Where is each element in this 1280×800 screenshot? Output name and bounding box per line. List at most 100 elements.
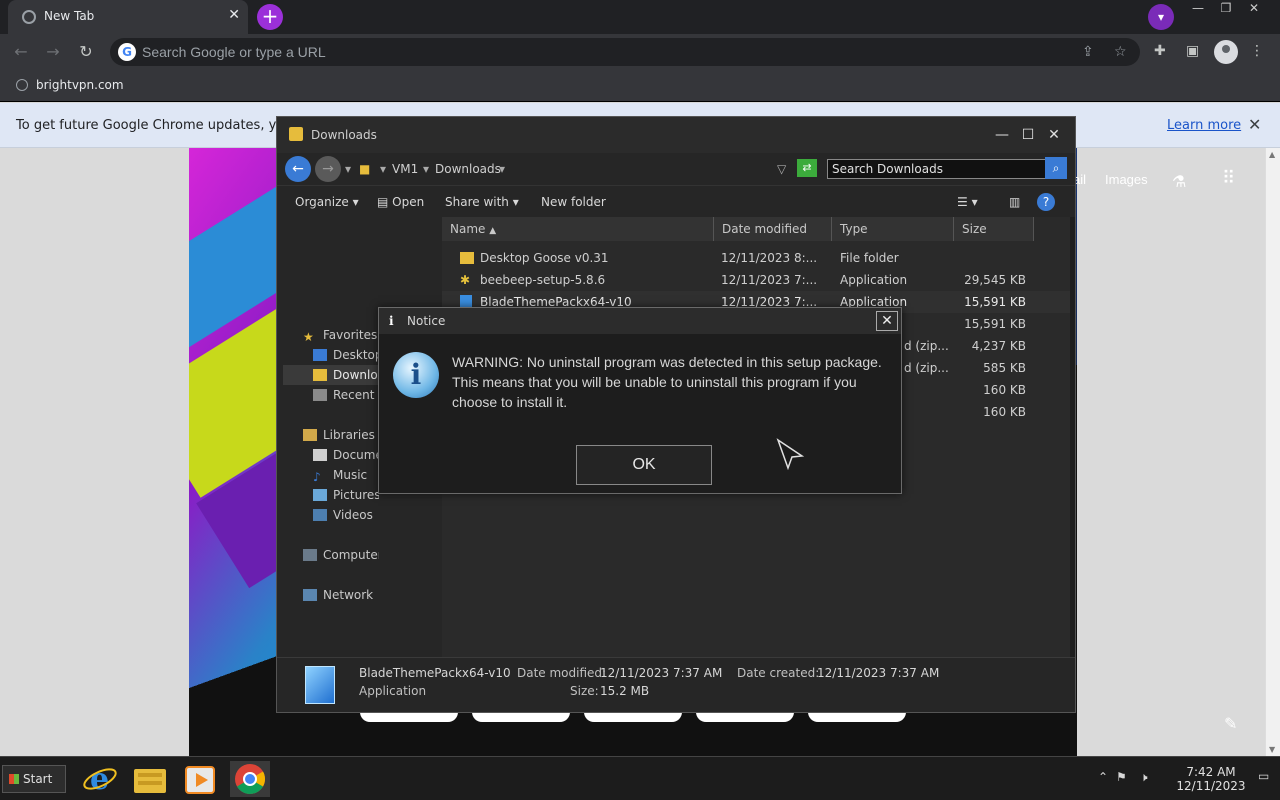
column-type[interactable]: Type	[832, 217, 954, 241]
file-row[interactable]: ✱ beebeep-setup-5.8.6 12/11/2023 7:... A…	[442, 269, 1070, 291]
column-size[interactable]: Size	[954, 217, 1034, 241]
desktop-icon	[313, 349, 327, 361]
refresh-icon[interactable]: ⇄	[797, 159, 817, 177]
help-icon[interactable]: ?	[1037, 193, 1055, 211]
tab-title: New Tab	[44, 9, 95, 23]
start-button[interactable]: Start	[2, 765, 66, 793]
clock-time: 7:42 AM	[1186, 765, 1236, 779]
maximize-icon[interactable]: ☐	[1017, 125, 1039, 145]
side-panel-icon[interactable]: ▣	[1186, 43, 1199, 59]
more-menu-icon[interactable]: ⋮	[1250, 43, 1264, 59]
pictures-icon	[313, 489, 327, 501]
details-date-modified: 12/11/2023 7:37 AM	[600, 666, 723, 680]
nav-desktop[interactable]: Desktop	[313, 348, 383, 362]
apps-grid-icon[interactable]: ⠿	[1222, 168, 1235, 189]
nav-libraries[interactable]: Libraries	[303, 428, 375, 442]
column-name[interactable]: Name ▲	[442, 217, 714, 241]
minimize-icon[interactable]: —	[991, 125, 1013, 145]
breadcrumb-downloads[interactable]: Downloads	[435, 162, 501, 176]
share-with-button[interactable]: Share with ▾	[445, 195, 519, 209]
forward-arrow-icon[interactable]: →	[42, 42, 64, 61]
tab-search-chevron-icon[interactable]: ▾	[1148, 4, 1174, 30]
show-desktop-icon[interactable]: ▭	[1258, 769, 1269, 783]
bee-app-icon: ✱	[460, 273, 471, 287]
search-icon[interactable]: ⌕	[1045, 157, 1067, 179]
view-options-icon[interactable]: ☰ ▾	[957, 195, 978, 209]
chevron-down-icon[interactable]: ▾	[499, 162, 505, 176]
shortcut-tile[interactable]	[808, 712, 906, 722]
infobar-message: To get future Google Chrome updates, you…	[16, 118, 304, 133]
omnibox[interactable]: G ⇪ ☆	[110, 38, 1140, 66]
extensions-puzzle-icon[interactable]: ✚	[1154, 43, 1166, 59]
system-clock[interactable]: 7:42 AM 12/11/2023	[1166, 765, 1256, 793]
nav-pictures[interactable]: Pictures	[313, 488, 379, 502]
nav-computer[interactable]: Computer	[303, 548, 379, 562]
chevron-down-icon[interactable]: ▾	[423, 162, 429, 176]
page-scrollbar[interactable]: ▲ ▼	[1265, 148, 1280, 756]
computer-icon	[303, 549, 317, 561]
nav-documents[interactable]: Documents	[313, 448, 379, 462]
preview-pane-icon[interactable]: ▥	[1009, 195, 1020, 209]
nav-videos[interactable]: Videos	[313, 508, 373, 522]
scroll-down-icon[interactable]: ▼	[1269, 745, 1275, 754]
chevron-down-icon[interactable]: ▾	[380, 162, 386, 176]
column-date-modified[interactable]: Date modified	[714, 217, 832, 241]
ok-button[interactable]: OK	[576, 445, 712, 485]
bookmark-brightvpn[interactable]: brightvpn.com	[16, 78, 124, 92]
address-dropdown-icon[interactable]: ▽	[777, 162, 786, 176]
new-folder-button[interactable]: New folder	[541, 195, 606, 209]
recent-places-icon	[313, 389, 327, 401]
network-icon	[303, 589, 317, 601]
close-window-icon[interactable]: ✕	[1240, 0, 1268, 18]
media-player-icon[interactable]	[180, 761, 220, 797]
back-arrow-icon[interactable]: ←	[10, 42, 32, 61]
open-button[interactable]: ▤ Open	[377, 195, 424, 209]
explorer-titlebar[interactable]: Downloads — ☐ ✕	[277, 117, 1075, 153]
history-dropdown-icon[interactable]: ▾	[345, 162, 351, 176]
breadcrumb-vm1[interactable]: VM1	[392, 162, 418, 176]
file-explorer-icon[interactable]	[130, 761, 170, 797]
profile-avatar-icon[interactable]	[1214, 40, 1238, 64]
tab-close-button[interactable]: ✕	[228, 7, 240, 23]
notice-titlebar[interactable]: i Notice ✕	[379, 308, 901, 334]
shortcut-tile[interactable]	[472, 712, 570, 722]
bookmark-star-icon[interactable]: ☆	[1114, 44, 1127, 60]
learn-more-link[interactable]: Learn more	[1167, 118, 1241, 133]
share-icon[interactable]: ⇪	[1082, 44, 1094, 60]
search-downloads-input[interactable]	[827, 159, 1047, 179]
labs-flask-icon[interactable]: ⚗	[1172, 172, 1186, 192]
volume-muted-icon[interactable]: 🕨	[1140, 770, 1148, 785]
chrome-taskbar-icon[interactable]	[230, 761, 270, 797]
theme-pack-icon	[305, 666, 335, 704]
organize-button[interactable]: Organize ▾	[295, 195, 359, 209]
file-row[interactable]: Desktop Goose v0.31 12/11/2023 8:... Fil…	[442, 247, 1070, 269]
infobar-close-button[interactable]: ✕	[1248, 115, 1261, 134]
action-center-flag-icon[interactable]: ⚑	[1116, 770, 1127, 784]
notice-close-button[interactable]: ✕	[876, 311, 898, 331]
music-icon: ♪	[313, 470, 321, 482]
nav-network[interactable]: Network	[303, 588, 373, 602]
close-icon[interactable]: ✕	[1043, 125, 1065, 145]
shortcut-tile[interactable]	[584, 712, 682, 722]
nav-music[interactable]: ♪ Music	[313, 468, 367, 482]
folder-icon: ■	[359, 162, 371, 176]
shortcut-tile[interactable]	[696, 712, 794, 722]
shortcut-tile[interactable]	[360, 712, 458, 722]
tray-expand-icon[interactable]: ⌃	[1098, 770, 1108, 784]
internet-explorer-icon[interactable]: e	[80, 761, 120, 797]
details-type: Application	[359, 684, 427, 698]
restore-icon[interactable]: ❐	[1212, 0, 1240, 18]
omnibox-input[interactable]	[142, 42, 1042, 62]
tab-new-tab[interactable]: New Tab ✕	[8, 0, 248, 34]
customize-pencil-icon[interactable]: ✎	[1224, 714, 1237, 733]
images-link[interactable]: Images	[1105, 172, 1148, 187]
nav-favorites[interactable]: ★ Favorites	[303, 328, 377, 342]
sort-up-icon: ▲	[489, 226, 497, 236]
scroll-up-icon[interactable]: ▲	[1269, 150, 1275, 159]
new-tab-button[interactable]: +	[257, 4, 283, 30]
details-size-label: Size:	[570, 684, 599, 698]
reload-icon[interactable]: ↻	[75, 42, 97, 61]
minimize-icon[interactable]: —	[1184, 0, 1212, 18]
forward-arrow-icon[interactable]: →	[315, 156, 341, 182]
back-arrow-icon[interactable]: ←	[285, 156, 311, 182]
